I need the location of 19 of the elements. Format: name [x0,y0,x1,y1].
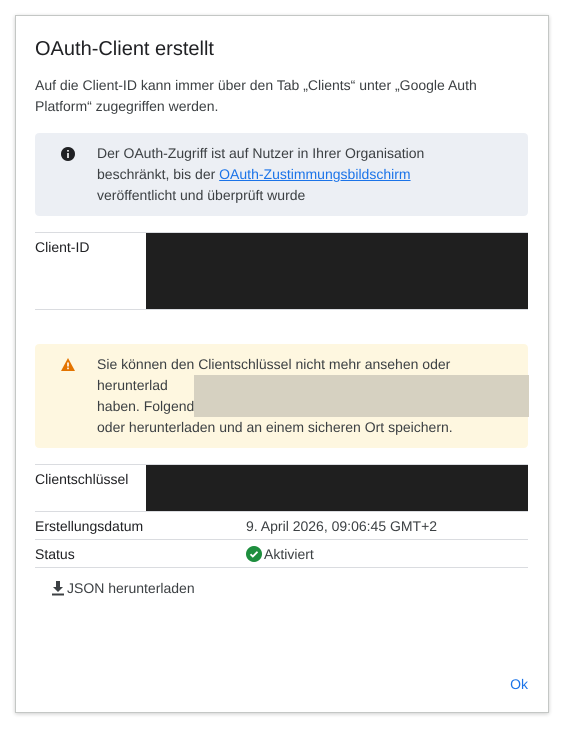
detail-value: 9. April 2026, 09:06:45 GMT+2 [246,518,438,534]
detail-label: Erstellungsdatum [35,518,144,534]
warning-text: oder herunterladen und an einem sicheren Ort speichern. [97,418,454,437]
warning-text: herunterlad [97,376,169,395]
warning-text: Sie können den Clientschlüssel nicht mehr ansehen oder [97,355,452,374]
download-icon [51,580,65,596]
ok-button[interactable]: Ok [510,672,528,696]
dialog-description: Auf die Client-ID kann immer über den Tab „Clients“ unter „Google Auth Platform“ zugegriffen werden. [35,76,478,116]
info-icon [61,147,75,161]
client-id-label: Client-ID [35,238,90,255]
status-value: Aktiviert [264,546,314,562]
consent-screen-link[interactable]: OAuth-Zustimmungsbildschirm [219,166,411,182]
warning-text: haben. Folgend [97,397,194,416]
warning-icon [61,358,75,371]
dialog-title: OAuth-Client erstellt [35,38,215,61]
detail-label: Clientschlüssel [35,470,130,487]
detail-label: Status [35,546,76,562]
info-text: Der OAuth-Zugriff ist auf Nutzer in Ihrer Organisation beschränkt, bis der OAuth-Zustimmungsbildschirm veröffentlicht und überprüft wurde [97,144,426,205]
download-json-button[interactable]: JSON herunterladen [47,574,199,602]
